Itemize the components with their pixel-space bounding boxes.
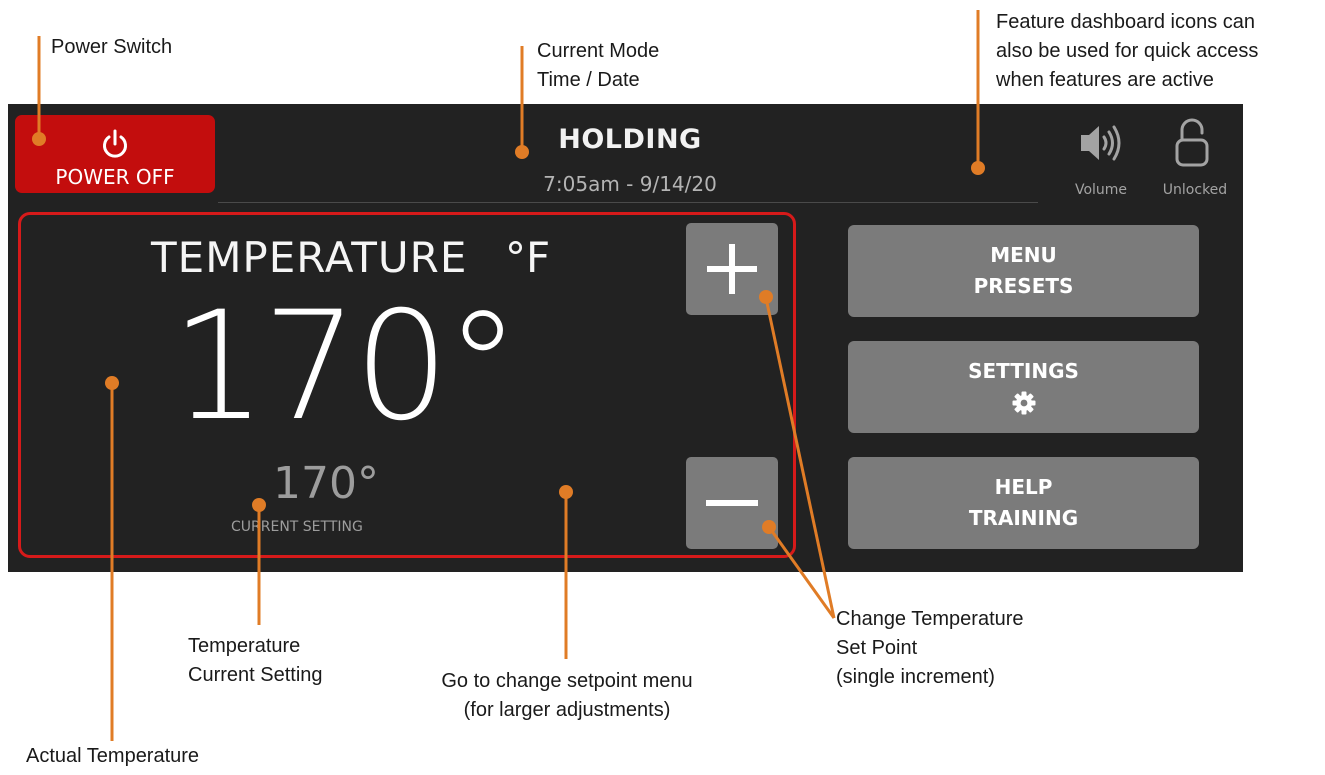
temperature-panel[interactable]: TEMPERATURE °F 170° 170° CURRENT SETTING — [18, 212, 796, 558]
callout-text: Actual Temperature — [26, 745, 200, 767]
help-training-label: TRAINING — [968, 506, 1079, 530]
callout-dashboard-icons: Feature dashboard icons can also be used… — [996, 8, 1258, 95]
help-training-label: HELP — [994, 475, 1053, 499]
callout-change-setpoint: Change Temperature Set Point (single inc… — [836, 605, 1024, 692]
callout-current-setting: Temperature Current Setting — [188, 632, 323, 690]
callout-text: Power Switch — [51, 36, 173, 58]
menu-presets-button[interactable]: MENU PRESETS — [848, 225, 1199, 317]
callout-current-mode: Current Mode Time / Date — [537, 37, 659, 95]
volume-label: Volume — [1074, 182, 1128, 198]
callout-text: Current Setting — [188, 664, 323, 686]
callout-text: also be used for quick access — [996, 40, 1259, 62]
callout-text: Set Point — [836, 637, 918, 659]
settings-label: SETTINGS — [968, 359, 1079, 383]
gear-icon — [1012, 391, 1035, 415]
plus-icon — [707, 244, 757, 294]
increment-button[interactable] — [686, 223, 778, 315]
control-screen: POWER OFF HOLDING 7:05am - 9/14/20 Volum… — [8, 104, 1243, 572]
padlock-open-icon — [1175, 118, 1209, 167]
temperature-title: TEMPERATURE — [151, 233, 468, 282]
help-training-button[interactable]: HELP TRAINING — [848, 457, 1199, 549]
callout-actual-temperature: Actual Temperature — [26, 742, 199, 771]
callout-text: Time / Date — [537, 69, 640, 91]
lock-dashboard-item[interactable]: Unlocked — [1151, 114, 1239, 198]
callout-setpoint-menu: Go to change setpoint menu (for larger a… — [440, 667, 694, 725]
decrement-button[interactable] — [686, 457, 778, 549]
callout-power-switch: Power Switch — [51, 33, 172, 62]
callout-text: (single increment) — [836, 666, 995, 688]
power-button-label: POWER OFF — [55, 165, 175, 189]
header-divider — [218, 202, 1038, 203]
power-off-button[interactable]: POWER OFF — [15, 115, 215, 193]
callout-text: Feature dashboard icons can — [996, 11, 1256, 33]
setpoint-value: 170° — [273, 458, 379, 509]
temperature-unit: °F — [505, 233, 551, 282]
menu-presets-label: MENU — [990, 243, 1057, 267]
callout-text: Change Temperature — [836, 608, 1024, 630]
power-icon — [103, 129, 127, 158]
setpoint-label: CURRENT SETTING — [231, 519, 363, 535]
callout-text: when features are active — [996, 69, 1214, 91]
speaker-volume-icon — [1081, 125, 1121, 161]
menu-presets-label: PRESETS — [973, 274, 1074, 298]
lock-label: Unlocked — [1162, 182, 1228, 198]
callout-text: (for larger adjustments) — [463, 699, 671, 721]
callout-text: Current Mode — [537, 40, 660, 62]
volume-dashboard-item[interactable]: Volume — [1066, 114, 1136, 198]
callout-text: Go to change setpoint menu — [441, 670, 693, 692]
callout-text: Temperature — [188, 635, 301, 657]
settings-button[interactable]: SETTINGS — [848, 341, 1199, 433]
time-date: 7:05am - 9/14/20 — [543, 172, 717, 196]
actual-temperature: 170° — [171, 280, 520, 454]
minus-icon — [706, 500, 758, 506]
current-mode: HOLDING — [558, 124, 702, 155]
